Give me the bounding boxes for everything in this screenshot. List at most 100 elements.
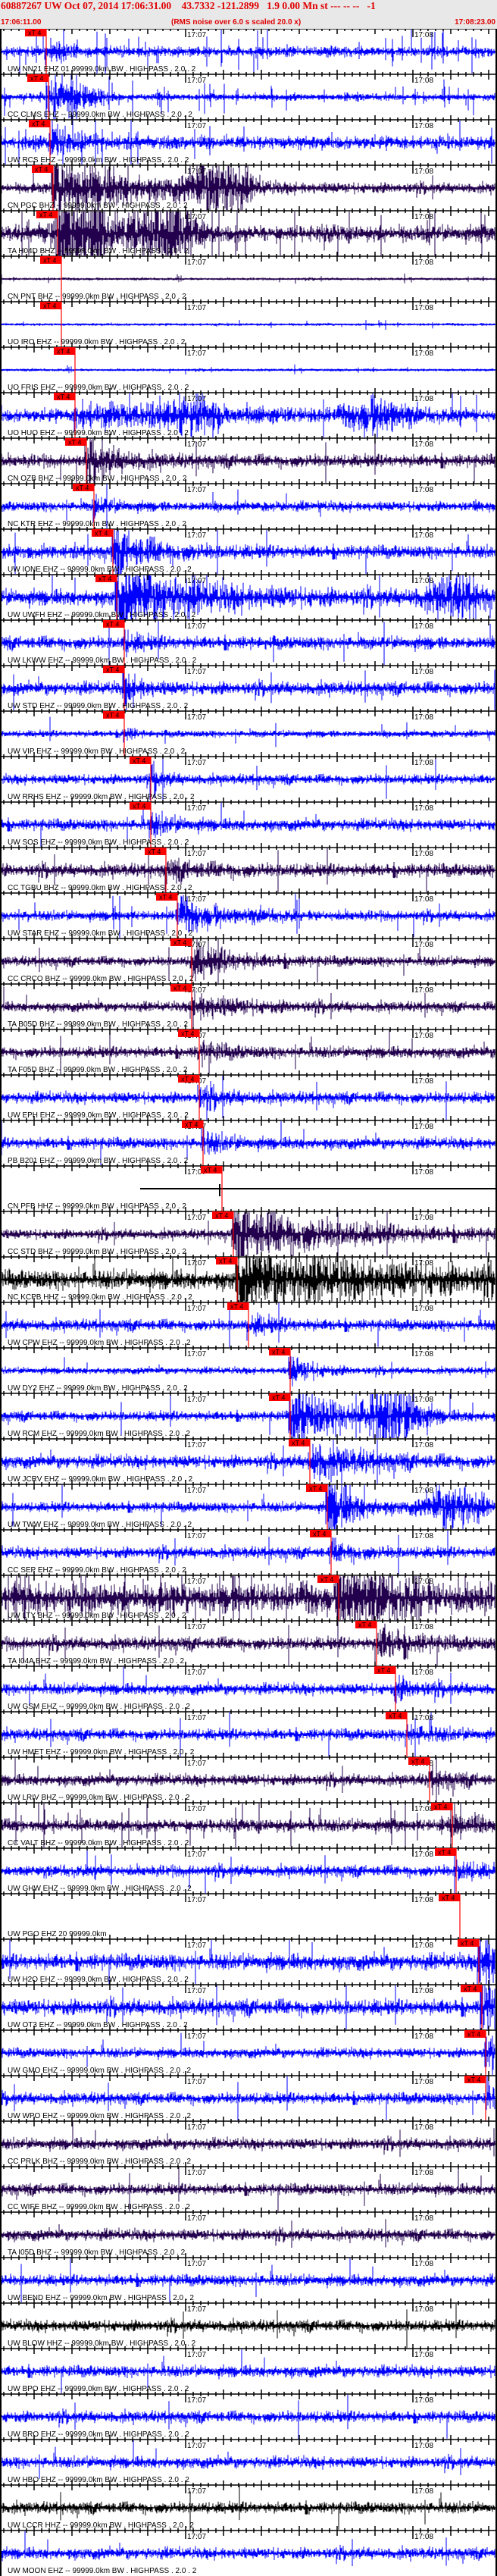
minute-label: 17:08 [414,1305,433,1313]
pick-label: xT 4 [159,894,172,901]
minute-label: 17:07 [187,2442,206,2450]
pick-label: xT 4 [32,121,45,128]
pick-label: xT 4 [173,939,186,947]
trace-panel: 17:07 17:08xT 4UW RCM EHZ -- 99999.0km BW… [0,1389,497,1439]
minute-label: 17:07 [187,1532,206,1540]
minute-label: 17:07 [187,1851,206,1859]
waveform-trace [140,1184,497,1196]
minute-label: 17:08 [414,895,433,904]
minute-label: 17:07 [187,2078,206,2086]
pick-label: xT 4 [467,2031,480,2039]
trace-panel: 17:07 17:08xT 4CN PNT BHZ -- 99999.0km BW… [0,252,497,302]
minute-label: 17:07 [187,1350,206,1359]
minute-label: 17:08 [414,1714,433,1722]
trace-label: CC CLMS EHZ -- 99999.0km BW . HIGHPASS .… [8,111,192,119]
minute-label: 17:07 [187,850,206,858]
trace-panel: 17:07 17:08 xT 4 UW RRHS EHZ -- 99999.0km B… [0,752,497,802]
trace-panel: 17:07 17:08UW HBO EHZ -- 99999.0km BW . H… [0,2435,497,2484]
trace-panel: 17:07 17:08xT 4CC STD BHZ -- 99999.0km BW… [0,1207,497,1257]
trace-label: UW BPO EHZ -- 99999.0km BW . HIGHPASS . … [8,2385,189,2393]
minute-label: 17:07 [187,1805,206,1813]
event-title: 60887267 UW Oct 07, 2014 17:06:31.00 43.… [1,0,376,11]
pick-label: xT 4 [148,848,161,856]
trace-label: UW IONE EHZ -- 99999.0km BW . HIGHPASS .… [8,566,192,574]
pick-label: xT 4 [181,1076,194,1083]
minute-label: 17:08 [414,668,433,676]
minute-label: 17:07 [187,2169,206,2177]
trace-label: UW STD EHZ -- 99999.0km BW . HIGHPASS . … [8,702,189,710]
minute-label: 17:08 [414,622,433,631]
trace-label: UO HUO EHZ -- 99999.0km BW . HIGHPASS . … [8,429,189,437]
pick-label: xT 4 [219,1258,232,1265]
pick-label: xT 4 [39,212,52,219]
pick-label: xT 4 [461,1940,474,1948]
minute-label: 17:07 [187,2396,206,2405]
pick-label: xT 4 [230,1303,243,1311]
minute-label: 17:08 [414,122,433,130]
pick-label: xT 4 [464,1985,477,1993]
trace-panel: 17:07 17:08xT 4UO IRO EHZ -- 99999.0km BW… [0,297,497,347]
pick-label: xT 4 [272,1349,285,1356]
record-section: 17:07 17:08xT 4UW NN21 EHZ 01 99999.0km B… [0,29,497,2576]
pick-label: xT 4 [133,757,145,765]
minute-label: 17:07 [187,1896,206,1904]
minute-label: 17:07 [187,77,206,85]
pick-label: xT 4 [309,1485,322,1493]
trace-panel: 17:07 17:08 xT 4UW OT3 EHZ -- 99999.0km BW… [0,1980,497,2030]
minute-label: 17:08 [414,1578,433,1586]
minute-label: 17:08 [414,2123,433,2132]
pick-label: xT 4 [30,75,43,83]
trace-label: UW EPH EHZ -- 99999.0km BW . HIGHPASS . … [8,1111,189,1120]
pick-label: xT 4 [133,803,145,810]
pick-label: xT 4 [215,1212,228,1220]
minute-label: 17:07 [187,2533,206,2541]
pick-label: xT 4 [320,1576,333,1584]
trace-label: UW TWW EHZ -- 99999.0km BW . HIGHPASS . … [8,1521,192,1529]
trace-panel: 17:07 17:08CC WIFE BHZ -- 99999.0km BW . … [0,2162,497,2211]
minute-label: 17:08 [414,1987,433,1995]
trace-label: UW BEND EHZ -- 99999.0km BW . HIGHPASS .… [8,2294,194,2302]
minute-label: 17:08 [414,2260,433,2268]
trace-panel: 17:07 17:08xT 4TA B05D BHZ -- 99999.0km B… [0,979,497,1029]
minute-label: 17:07 [187,2260,206,2268]
trace-panel: 17:07 17:08 xT 4 CC VALT BHZ -- 99999.0km B… [0,1798,497,1848]
minute-label: 17:08 [414,1851,433,1859]
trace-label: UW SOS EHZ -- 99999.0km BW . HIGHPASS . … [8,838,189,847]
minute-label: 17:08 [414,2305,433,2314]
trace-label: TA H04D BHZ -- 99999.0km BW . HIGHPASS .… [8,247,189,255]
trace-panel: 17:0717:08xT 4TA F05D BHZ -- 99999.0km B… [0,1025,497,1075]
trace-panel: 17:07 17:08xT 4TA I04A BHZ -- 99999.0km B… [0,1616,497,1666]
trace-panel: 17:07 17:08 xT 4 UW HMET EHZ -- 99999.0km B… [0,1707,497,1757]
minute-label: 17:08 [414,2351,433,2359]
pick-label: xT 4 [185,1121,198,1129]
minute-label: 17:08 [414,1259,433,1268]
minute-label: 17:07 [187,349,206,358]
minute-label: 17:07 [187,622,206,631]
minute-label: 17:08 [414,941,433,949]
trace-label: UW JCRV EHZ -- 99999.0km BW . HIGHPASS .… [8,1475,193,1484]
pick-label: xT 4 [411,1758,424,1766]
minute-label: 17:08 [414,1805,433,1813]
trace-label: UW WPO EHZ -- 99999.0km BW . HIGHPASS . … [8,2112,192,2120]
trace-label: UW RRHS EHZ -- 99999.0km BW . HIGHPASS .… [8,793,195,801]
minute-label: 17:08 [414,1032,433,1040]
pick-label: xT 4 [106,712,119,719]
minute-label: 17:08 [414,77,433,85]
trace-panel: 17:07 17:08 xT 4 UW H2O EHZ -- 99999.0km BW… [0,1935,497,1985]
minute-label: 17:08 [414,1077,433,1086]
trace-label: TA B05D BHZ -- 99999.0km BW . HIGHPASS .… [8,1020,188,1029]
minute-label: 17:08 [414,986,433,995]
trace-panel: 17:07 17:08xT 4UW NN21 EHZ 01 99999.0km B… [0,29,497,74]
trace-panel: 17:07 17:08 UW BEND EHZ -- 99999.0km BW . … [0,2253,497,2302]
trace-panel: 17:07 17:08xT 4UW GSM EHZ -- 99999.0km BW… [0,1662,497,1712]
minute-label: 17:07 [187,213,206,221]
trace-panel: 17:07 17:08 xT 4 UW JCRV EHZ -- 99999.0km B… [0,1434,497,1484]
pick-label: xT 4 [389,1713,402,1720]
start-time: 17:06:11.00 [1,18,42,27]
minute-label: 17:07 [187,531,206,540]
minute-label: 17:07 [187,1941,206,1950]
minute-label: 17:07 [187,168,206,176]
trace-panel: 17:0717:08xT 4UW LRIV BHZ -- 99999.0km B… [0,1753,497,1803]
minute-label: 17:08 [414,259,433,267]
pick-label: xT 4 [313,1531,326,1538]
